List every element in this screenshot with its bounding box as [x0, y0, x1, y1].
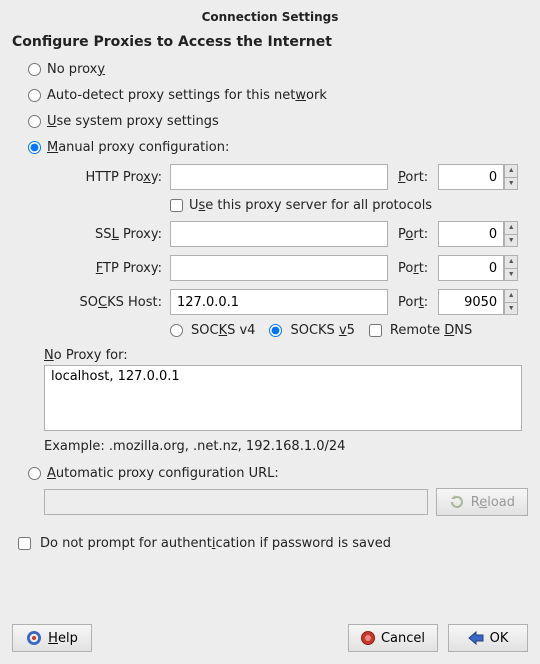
- socks-port-up[interactable]: ▲: [504, 289, 518, 302]
- ssl-port-down[interactable]: ▼: [504, 234, 518, 248]
- ok-icon: [468, 631, 484, 645]
- radio-manual-proxy[interactable]: [28, 141, 41, 154]
- manual-proxy-section: HTTP Proxy: Port: ▲ ▼ Use this proxy ser…: [12, 160, 528, 348]
- ftp-port-spinner: ▲ ▼: [438, 255, 518, 281]
- ok-button[interactable]: OK: [448, 624, 528, 652]
- ftp-port-up[interactable]: ▲: [504, 255, 518, 268]
- connection-settings-dialog: Connection Settings Configure Proxies to…: [0, 0, 540, 664]
- reload-label: Reload: [471, 495, 515, 510]
- ssl-proxy-row: SSL Proxy: Port: ▲ ▼: [44, 221, 528, 247]
- radio-auto-detect-label: Auto-detect proxy settings for this netw…: [47, 88, 327, 103]
- http-port-label: Port:: [396, 170, 430, 185]
- ftp-port-down[interactable]: ▼: [504, 268, 518, 282]
- socks-host-row: SOCKS Host: Port: ▲ ▼: [44, 289, 528, 315]
- remote-dns-label: Remote DNS: [390, 323, 472, 338]
- socks-port-down[interactable]: ▼: [504, 302, 518, 316]
- no-proxy-section: No Proxy for: Example: .mozilla.org, .ne…: [12, 348, 528, 460]
- socks-port-label: Port:: [396, 295, 430, 310]
- cancel-icon: [361, 631, 375, 645]
- dialog-button-bar: Help Cancel OK: [12, 620, 528, 652]
- do-not-prompt-label: Do not prompt for authentication if pass…: [40, 536, 391, 551]
- button-spacer: [102, 624, 338, 652]
- http-proxy-host-input[interactable]: [170, 164, 388, 190]
- no-proxy-label: No Proxy for:: [44, 348, 522, 365]
- auto-url-row: Reload: [12, 488, 528, 516]
- radio-no-proxy-label: No proxy: [47, 62, 105, 77]
- radio-socks-v5-label: SOCKS v5: [290, 323, 354, 338]
- ftp-proxy-host-input[interactable]: [170, 255, 388, 281]
- auto-url-input[interactable]: [44, 489, 428, 515]
- ssl-port-spinner: ▲ ▼: [438, 221, 518, 247]
- http-proxy-row: HTTP Proxy: Port: ▲ ▼: [44, 164, 528, 190]
- reload-button[interactable]: Reload: [436, 488, 528, 516]
- ftp-proxy-row: FTP Proxy: Port: ▲ ▼: [44, 255, 528, 281]
- cancel-button[interactable]: Cancel: [348, 624, 438, 652]
- ssl-port-label: Port:: [396, 227, 430, 242]
- http-port-spinner: ▲ ▼: [438, 164, 518, 190]
- ftp-proxy-label: FTP Proxy:: [44, 261, 162, 276]
- help-button[interactable]: Help: [12, 624, 92, 652]
- socks-port-spinner: ▲ ▼: [438, 289, 518, 315]
- radio-manual-proxy-label: Manual proxy configuration:: [47, 140, 229, 155]
- radio-auto-url-label: Automatic proxy configuration URL:: [47, 466, 279, 481]
- radio-system-proxy[interactable]: [28, 115, 41, 128]
- radio-socks-v4-label: SOCKS v4: [191, 323, 255, 338]
- flex-spacer: [12, 571, 528, 620]
- reload-icon: [449, 494, 465, 510]
- help-label: Help: [48, 631, 78, 646]
- radio-auto-detect[interactable]: [28, 89, 41, 102]
- auto-url-group: Automatic proxy configuration URL:: [12, 460, 528, 486]
- radio-socks-v5[interactable]: [269, 324, 282, 337]
- socks-host-input[interactable]: [170, 289, 388, 315]
- use-for-all-checkbox[interactable]: [170, 199, 183, 212]
- radio-auto-url[interactable]: [28, 467, 41, 480]
- dialog-title: Connection Settings: [12, 8, 528, 34]
- ssl-port-up[interactable]: ▲: [504, 221, 518, 234]
- ssl-proxy-host-input[interactable]: [170, 221, 388, 247]
- radio-no-proxy[interactable]: [28, 63, 41, 76]
- radio-socks-v4[interactable]: [170, 324, 183, 337]
- http-port-input[interactable]: [438, 164, 504, 190]
- socks-version-row: SOCKS v4 SOCKS v5 Remote DNS: [44, 323, 528, 338]
- use-for-all-label: Use this proxy server for all protocols: [189, 198, 432, 213]
- section-heading: Configure Proxies to Access the Internet: [12, 34, 528, 56]
- ssl-port-input[interactable]: [438, 221, 504, 247]
- http-port-up[interactable]: ▲: [504, 164, 518, 177]
- socks-port-input[interactable]: [438, 289, 504, 315]
- remote-dns-checkbox[interactable]: [369, 324, 382, 337]
- cancel-label: Cancel: [381, 631, 425, 646]
- http-port-down[interactable]: ▼: [504, 177, 518, 191]
- ftp-port-input[interactable]: [438, 255, 504, 281]
- ssl-proxy-label: SSL Proxy:: [44, 227, 162, 242]
- ok-label: OK: [490, 631, 509, 646]
- radio-system-proxy-label: Use system proxy settings: [47, 114, 219, 129]
- proxy-mode-group: No proxy Auto-detect proxy settings for …: [12, 56, 528, 160]
- no-proxy-example: Example: .mozilla.org, .net.nz, 192.168.…: [44, 435, 522, 460]
- http-proxy-label: HTTP Proxy:: [44, 170, 162, 185]
- socks-host-label: SOCKS Host:: [44, 295, 162, 310]
- no-proxy-textarea[interactable]: [44, 365, 522, 431]
- help-icon: [26, 630, 42, 646]
- do-not-prompt-checkbox[interactable]: [18, 537, 31, 550]
- ftp-port-label: Port:: [396, 261, 430, 276]
